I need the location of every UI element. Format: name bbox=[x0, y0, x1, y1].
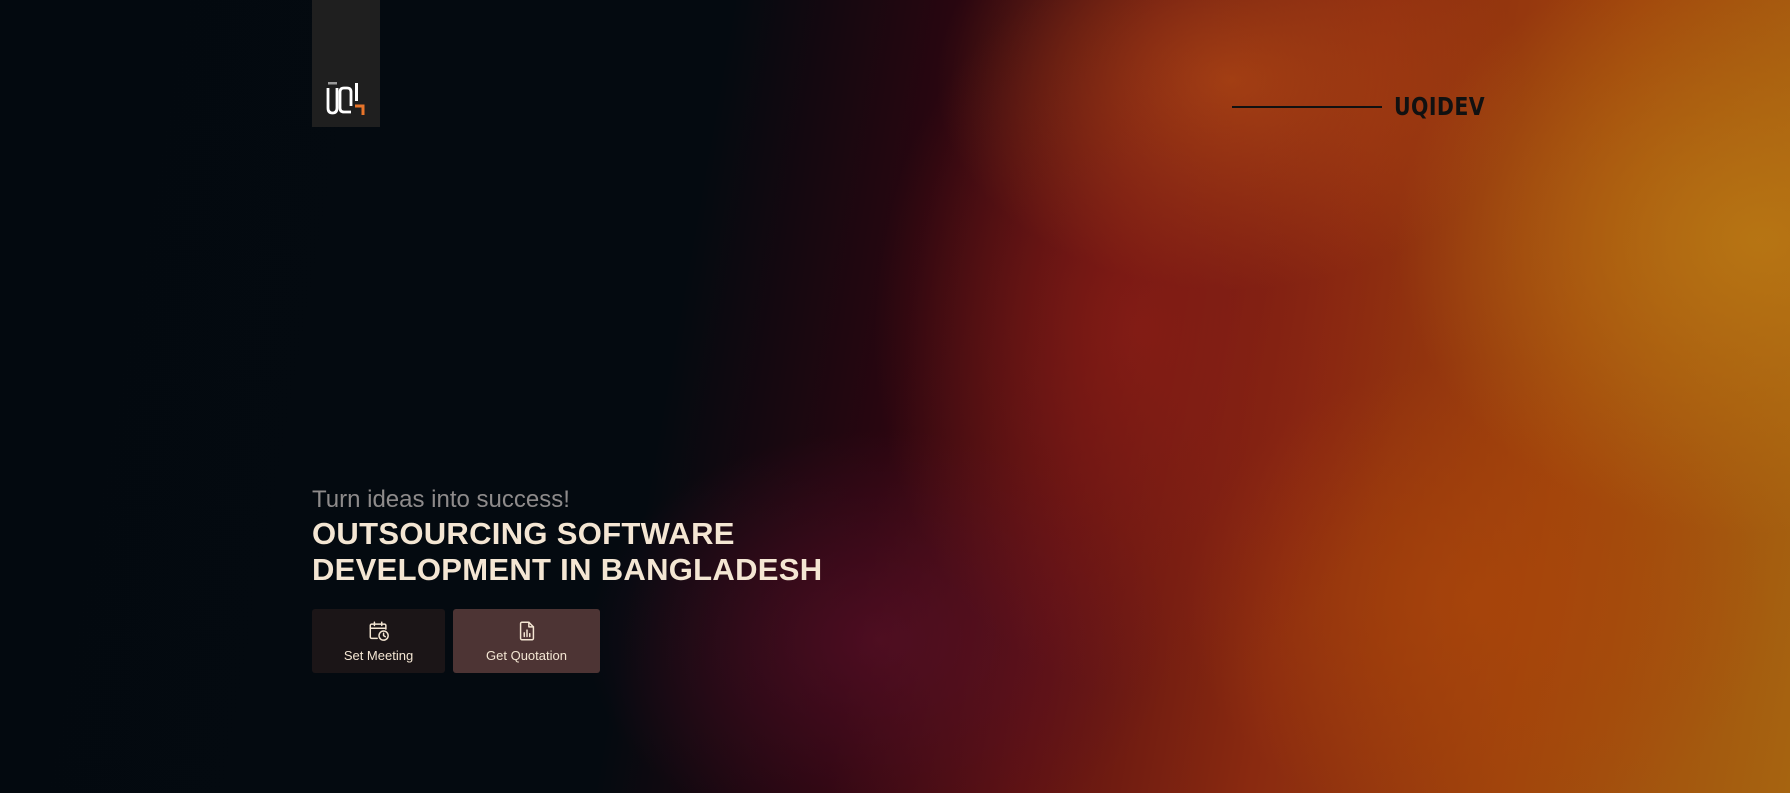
get-quotation-button[interactable]: Get Quotation bbox=[453, 609, 600, 673]
get-quotation-label: Get Quotation bbox=[486, 647, 567, 663]
brand[interactable]: UQIDEV bbox=[1232, 92, 1505, 121]
hero-tagline: Turn ideas into success! bbox=[312, 486, 570, 513]
logo-container[interactable] bbox=[312, 0, 380, 127]
calendar-clock-icon bbox=[369, 621, 389, 641]
set-meeting-button[interactable]: Set Meeting bbox=[312, 609, 445, 673]
hero-headline-line-2: DEVELOPMENT IN BANGLADESH bbox=[312, 552, 823, 587]
brand-name: UQIDEV bbox=[1394, 92, 1486, 121]
document-chart-icon bbox=[519, 621, 534, 640]
hero-section: UQIDEV Turn ideas into success! OUTSOURC… bbox=[0, 0, 1790, 793]
uqi-logo-icon bbox=[326, 82, 365, 115]
brand-divider-line bbox=[1232, 105, 1382, 108]
set-meeting-label: Set Meeting bbox=[343, 647, 414, 663]
hero-headline: OUTSOURCING SOFTWARE DEVELOPMENT IN BANG… bbox=[312, 516, 822, 588]
hero-headline-line-1: OUTSOURCING SOFTWARE bbox=[312, 516, 735, 551]
